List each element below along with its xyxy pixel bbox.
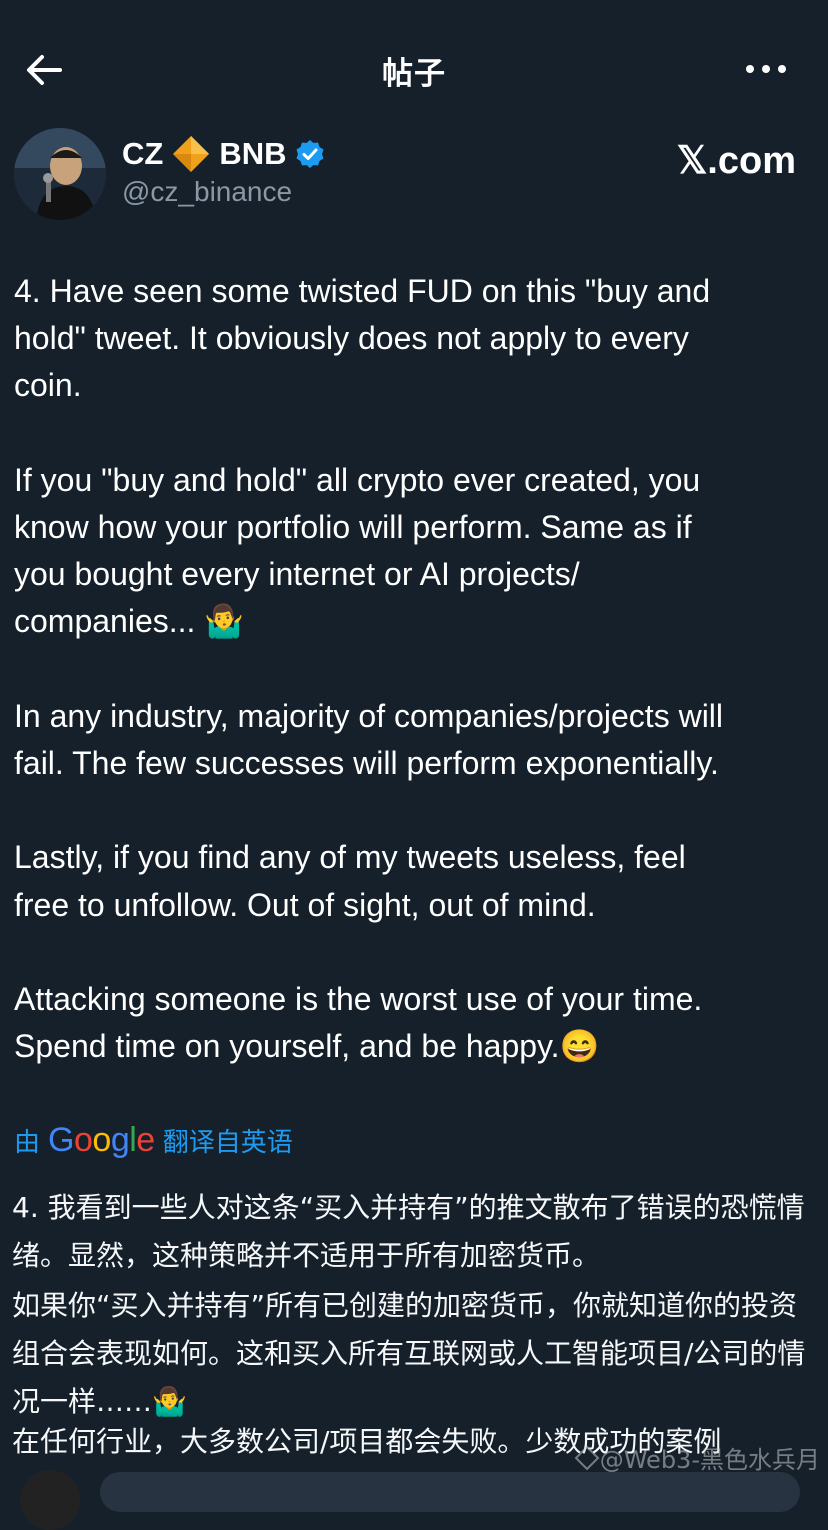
tweet-text: 4. Have seen some twisted FUD on this "b…: [14, 268, 822, 1118]
translated-paragraph-2: 如果你“买入并持有”所有已创建的加密货币，你就知道你的投资组合会表现如何。这和买…: [12, 1289, 806, 1418]
avatar[interactable]: [14, 128, 106, 220]
watermark: @Web3-黑色水兵月: [574, 1440, 820, 1475]
author-name-part2: BNB: [219, 136, 287, 171]
author-name-row[interactable]: CZ BNB: [122, 132, 325, 176]
author-handle[interactable]: @cz_binance: [122, 176, 292, 208]
translation-suffix: 翻译自英语: [162, 1127, 293, 1158]
page-title: 帖子: [382, 56, 446, 92]
translation-attribution[interactable]: 由 Google 翻译自英语: [14, 1120, 293, 1160]
translation-prefix: 由: [14, 1127, 41, 1158]
bnb-diamond-icon: [173, 136, 210, 172]
watermark-diamond-icon: [574, 1445, 600, 1470]
tweet-paragraph-3: In any industry, majority of companies/p…: [14, 697, 724, 781]
top-bar: 帖子: [0, 0, 828, 140]
reply-avatar: [20, 1470, 80, 1530]
reply-input[interactable]: [100, 1472, 800, 1512]
tweet-paragraph-2: If you "buy and hold" all crypto ever cr…: [14, 461, 701, 640]
verified-badge-icon: [296, 140, 323, 168]
watermark-text: @Web3-黑色水兵月: [599, 1446, 820, 1474]
more-horizontal-icon[interactable]: [744, 54, 788, 84]
author-name-part1: CZ: [122, 136, 164, 171]
x-com-logo: 𝕏.com: [676, 140, 796, 182]
tweet-paragraph-5: Attacking someone is the worst use of yo…: [14, 980, 703, 1065]
google-logo: Google: [48, 1120, 155, 1159]
avatar-photo-icon: [14, 128, 106, 220]
translated-paragraph-1: 4. 我看到一些人对这条“买入并持有”的推文散布了错误的恐慌情绪。显然，这种策略…: [12, 1191, 805, 1272]
tweet-paragraph-4: Lastly, if you find any of my tweets use…: [14, 839, 686, 923]
tweet-paragraph-1: 4. Have seen some twisted FUD on this "b…: [14, 273, 711, 404]
